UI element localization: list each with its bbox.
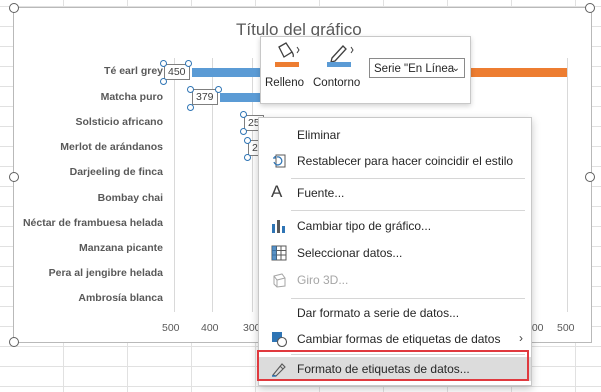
menu-item-3d-rotation[interactable]: Giro 3D... xyxy=(259,268,531,292)
gridline xyxy=(567,58,568,312)
category-label: Manzana picante xyxy=(78,242,163,254)
category-label: Bombay chai xyxy=(97,192,163,204)
bar-series-blue[interactable] xyxy=(192,68,262,77)
outline-label: Contorno xyxy=(313,77,361,89)
select-data-icon xyxy=(271,245,287,261)
selection-handle xyxy=(187,104,194,111)
menu-item-label: Dar formato a serie de datos... xyxy=(297,306,460,320)
outline-button[interactable] xyxy=(325,41,355,72)
category-label: Té earl grey xyxy=(104,65,163,77)
menu-separator xyxy=(291,298,525,299)
menu-item-format-series[interactable]: Dar formato a serie de datos... xyxy=(259,301,531,325)
menu-item-select-data[interactable]: Seleccionar datos... xyxy=(259,241,531,265)
menu-item-label-shapes[interactable]: Cambiar formas de etiquetas de datos › xyxy=(259,327,531,351)
menu-item-label: Eliminar xyxy=(297,128,341,142)
menu-separator xyxy=(291,178,525,179)
data-label[interactable]: 379 xyxy=(192,89,218,105)
resize-handle-left[interactable] xyxy=(9,172,19,182)
menu-item-label: Fuente... xyxy=(297,186,345,200)
menu-item-reset-style[interactable]: Restablecer para hacer coincidir el esti… xyxy=(259,149,531,173)
menu-item-label: Seleccionar datos... xyxy=(297,246,403,260)
category-label: Ambrosía blanca xyxy=(78,292,163,304)
axis-tick-label: 400 xyxy=(201,322,219,334)
selection-handle xyxy=(240,128,247,135)
resize-handle-right[interactable] xyxy=(585,172,595,182)
annotation-highlight-box xyxy=(257,350,529,381)
resize-handle-top-right[interactable] xyxy=(585,3,595,13)
chevron-right-icon: › xyxy=(519,331,523,345)
axis-tick-label: 500 xyxy=(162,322,180,334)
chevron-down-icon: ⌄ xyxy=(451,63,460,74)
menu-item-label: Cambiar tipo de gráfico... xyxy=(297,219,432,233)
fill-button[interactable] xyxy=(273,41,303,72)
paint-bucket-icon xyxy=(275,42,300,67)
gridline xyxy=(174,58,175,312)
category-label: Matcha puro xyxy=(100,91,163,103)
category-label: Merlot de arándanos xyxy=(60,141,163,153)
context-menu: Eliminar Restablecer para hacer coincidi… xyxy=(258,117,532,386)
bar-series-blue[interactable] xyxy=(220,93,262,102)
bar-series-orange[interactable] xyxy=(469,68,567,77)
change-chart-type-icon xyxy=(271,218,287,234)
reset-style-icon xyxy=(271,153,287,169)
selection-handle xyxy=(187,86,194,93)
menu-item-label: Restablecer para hacer coincidir el esti… xyxy=(297,154,514,168)
selection-handle xyxy=(244,137,251,144)
resize-handle-top-left[interactable] xyxy=(9,3,19,13)
label-shapes-icon xyxy=(271,331,288,348)
rotation-3d-icon xyxy=(271,272,287,288)
menu-item-font[interactable]: A Fuente... xyxy=(259,181,531,205)
selection-handle xyxy=(160,60,167,67)
menu-item-label: Giro 3D... xyxy=(297,273,349,287)
selection-handle xyxy=(160,78,167,85)
fill-label: Relleno xyxy=(265,77,304,89)
axis-tick-label: 500 xyxy=(557,322,575,334)
menu-separator xyxy=(291,210,525,211)
selection-handle xyxy=(185,60,192,67)
menu-item-label: Cambiar formas de etiquetas de datos xyxy=(297,332,501,346)
menu-item-change-chart-type[interactable]: Cambiar tipo de gráfico... xyxy=(259,214,531,238)
resize-handle-bottom-left[interactable] xyxy=(9,337,19,347)
pen-icon xyxy=(327,45,354,67)
category-label: Néctar de frambuesa helada xyxy=(22,217,163,229)
selection-handle xyxy=(215,86,222,93)
series-select-value: Serie "En Línea xyxy=(374,63,455,75)
category-label: Darjeeling de finca xyxy=(69,166,163,178)
font-icon: A xyxy=(271,182,283,201)
selection-handle xyxy=(240,111,247,118)
menu-item-delete[interactable]: Eliminar xyxy=(259,123,531,147)
category-label: Solsticio africano xyxy=(75,116,163,128)
selection-handle xyxy=(244,154,251,161)
mini-toolbar: Relleno Contorno Serie "En Línea ⌄ xyxy=(260,36,471,104)
category-label: Pera al jengibre helada xyxy=(48,267,163,279)
series-select[interactable]: Serie "En Línea ⌄ xyxy=(369,58,465,78)
